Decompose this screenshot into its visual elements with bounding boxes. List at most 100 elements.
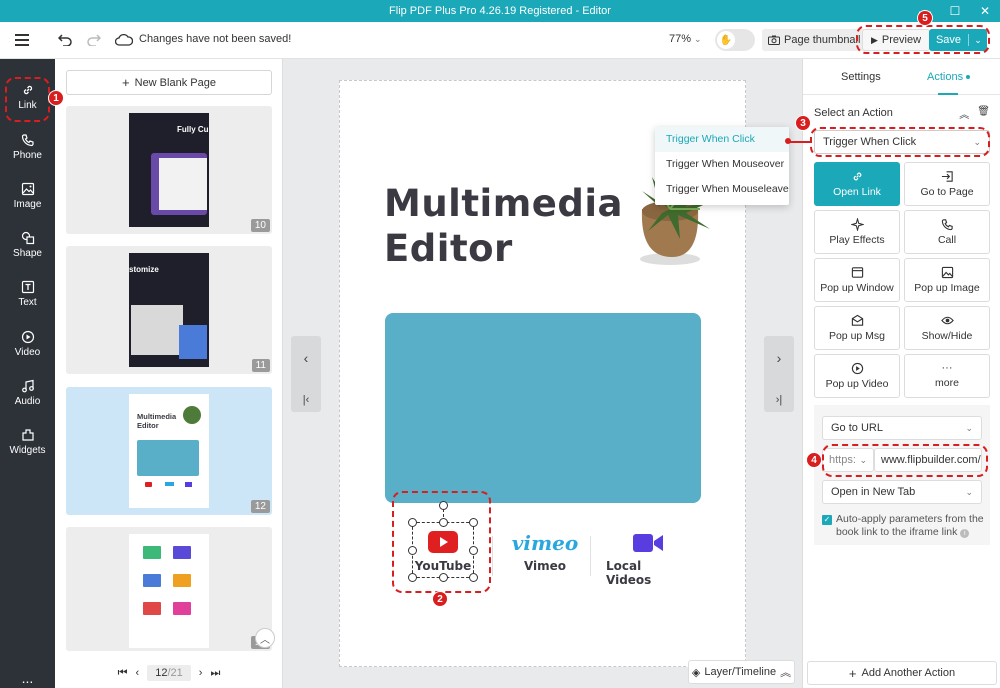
url-type-value: Go to URL xyxy=(831,422,883,434)
plus-icon: + xyxy=(848,665,857,681)
action-go-to-page[interactable]: Go to Page xyxy=(904,162,990,206)
local-videos-label: Local Videos xyxy=(606,559,652,587)
close-window-button[interactable]: ✕ xyxy=(970,0,1000,22)
rail-item-label: Text xyxy=(18,297,37,308)
page-thumbnail-10[interactable]: Fully Cu 10 xyxy=(66,106,272,234)
action-header-tools: ︽ 🗑 xyxy=(959,106,990,121)
callout-1 xyxy=(5,77,50,122)
window-title: Flip PDF Plus Pro 4.26.19 Registered - E… xyxy=(389,5,611,17)
auto-apply-checkbox[interactable]: ✓ xyxy=(822,515,832,525)
rail-item-label: Phone xyxy=(13,150,42,161)
chevron-down-icon: ⌄ xyxy=(965,422,973,433)
page-thumbnail-label: Page thumbnail xyxy=(784,34,861,46)
rail-item-video[interactable]: Video xyxy=(0,322,55,366)
zoom-value: 77% xyxy=(669,33,692,45)
page-thumbnail-12[interactable]: Multimedia Editor 12 xyxy=(66,387,272,515)
trigger-option-click[interactable]: Trigger When Click xyxy=(655,127,789,152)
rail-item-widgets[interactable]: Widgets xyxy=(0,420,55,464)
action-more[interactable]: ··· more xyxy=(904,354,990,398)
page-input[interactable]: 12/21 xyxy=(147,665,191,681)
page-thumbnail-button[interactable]: Page thumbnail xyxy=(762,29,867,51)
phone-icon xyxy=(941,219,953,231)
rail-item-label: Video xyxy=(14,347,41,358)
rail-item-label: Widgets xyxy=(9,445,46,456)
maximize-button[interactable]: ☐ xyxy=(940,0,970,22)
rail-item-phone[interactable]: Phone xyxy=(0,125,55,169)
callout-4 xyxy=(822,444,988,477)
auto-apply-option[interactable]: ✓ Auto-apply parameters from the book li… xyxy=(822,513,986,539)
prev-page-button[interactable]: ‹ |‹ xyxy=(291,336,321,412)
action-show-hide[interactable]: Show/Hide xyxy=(904,306,990,350)
action-pop-up-window[interactable]: Pop up Window xyxy=(814,258,900,302)
page-title[interactable]: Multimedia Editor xyxy=(384,181,623,271)
page-thumbnail-11[interactable]: stomize 11 xyxy=(66,246,272,374)
rail-item-label: Audio xyxy=(14,396,41,407)
undo-icon[interactable] xyxy=(55,30,75,50)
vimeo-label: Vimeo xyxy=(523,559,567,573)
rail-more-icon[interactable]: ... xyxy=(0,670,55,686)
local-videos-button[interactable]: Local Videos xyxy=(606,533,690,587)
last-page-icon[interactable]: ›| xyxy=(776,394,783,406)
page-thumbnails-panel: + New Blank Page Fully Cu 10 stomize 11 … xyxy=(55,59,283,688)
last-page-icon[interactable]: ⏭ xyxy=(210,667,220,680)
rail-item-image[interactable]: Image xyxy=(0,174,55,218)
connector-dot xyxy=(785,138,791,144)
tab-actions[interactable]: Actions xyxy=(927,71,971,83)
action-pop-up-video[interactable]: Pop up Video xyxy=(814,354,900,398)
chevron-left-icon: ‹ xyxy=(303,350,309,366)
url-type-select[interactable]: Go to URL ⌄ xyxy=(822,416,982,440)
first-page-icon[interactable]: |‹ xyxy=(303,394,310,406)
thumbnail-heading: Multimedia Editor xyxy=(137,412,177,430)
info-icon[interactable]: i xyxy=(960,529,970,538)
go-to-page-icon xyxy=(941,171,953,182)
text-icon xyxy=(21,280,34,294)
action-pop-up-msg[interactable]: Pop up Msg xyxy=(814,306,900,350)
open-mode-select[interactable]: Open in New Tab ⌄ xyxy=(822,480,982,504)
redo-icon[interactable] xyxy=(84,30,104,50)
audio-icon xyxy=(21,379,34,393)
video-icon xyxy=(21,330,34,344)
scroll-to-top-icon[interactable]: ︿ xyxy=(255,628,275,648)
callout-5 xyxy=(856,25,990,54)
play-circle-icon xyxy=(851,362,863,375)
tool-rail: Link Phone Image Shape Text Video Audio … xyxy=(0,59,55,688)
phone-icon xyxy=(21,134,34,147)
menu-icon[interactable] xyxy=(12,30,32,50)
action-open-link[interactable]: Open Link xyxy=(814,162,900,206)
camera-icon xyxy=(768,35,780,45)
first-page-icon[interactable]: ⏮ xyxy=(118,667,128,680)
action-call[interactable]: Call xyxy=(904,210,990,254)
next-page-button[interactable]: › ›| xyxy=(764,336,794,412)
unsaved-status: Changes have not been saved! xyxy=(139,33,292,45)
select-action-label: Select an Action xyxy=(814,107,893,119)
trash-icon[interactable]: 🗑 xyxy=(977,106,990,121)
action-pop-up-image[interactable]: Pop up Image xyxy=(904,258,990,302)
envelope-icon xyxy=(851,314,863,326)
divider xyxy=(492,536,493,576)
collapse-icon[interactable]: ︽ xyxy=(959,106,969,121)
trigger-option-mouseover[interactable]: Trigger When Mouseover xyxy=(655,152,789,177)
cloud-icon xyxy=(114,30,134,50)
thumbnail-heading: Fully Cu xyxy=(177,125,209,134)
chevron-down-icon: ⌄ xyxy=(965,486,973,497)
trigger-option-mouseleave[interactable]: Trigger When Mouseleave xyxy=(655,177,789,202)
widgets-icon xyxy=(21,429,34,441)
sparkle-icon xyxy=(850,218,864,231)
layer-timeline-button[interactable]: ◈ Layer/Timeline ︽ xyxy=(688,660,795,684)
divider xyxy=(590,536,591,576)
thumbnail-image: Fully Cu xyxy=(129,113,209,227)
zoom-dropdown[interactable]: 77% ⌄ xyxy=(669,33,702,45)
next-page-icon[interactable]: › xyxy=(199,667,203,679)
tab-settings[interactable]: Settings xyxy=(841,71,881,83)
rail-item-shape[interactable]: Shape xyxy=(0,223,55,267)
video-placeholder-block[interactable] xyxy=(385,313,701,503)
new-blank-page-button[interactable]: + New Blank Page xyxy=(66,70,272,95)
rail-item-text[interactable]: Text xyxy=(0,272,55,316)
page-thumbnail-13[interactable]: 13 xyxy=(66,527,272,651)
hand-tool-toggle[interactable]: ✋ xyxy=(715,29,755,51)
add-another-action-button[interactable]: + Add Another Action xyxy=(807,661,997,685)
rail-item-audio[interactable]: Audio xyxy=(0,371,55,415)
vimeo-button[interactable]: vimeo Vimeo xyxy=(510,533,580,573)
prev-page-icon[interactable]: ‹ xyxy=(136,667,140,679)
action-play-effects[interactable]: Play Effects xyxy=(814,210,900,254)
